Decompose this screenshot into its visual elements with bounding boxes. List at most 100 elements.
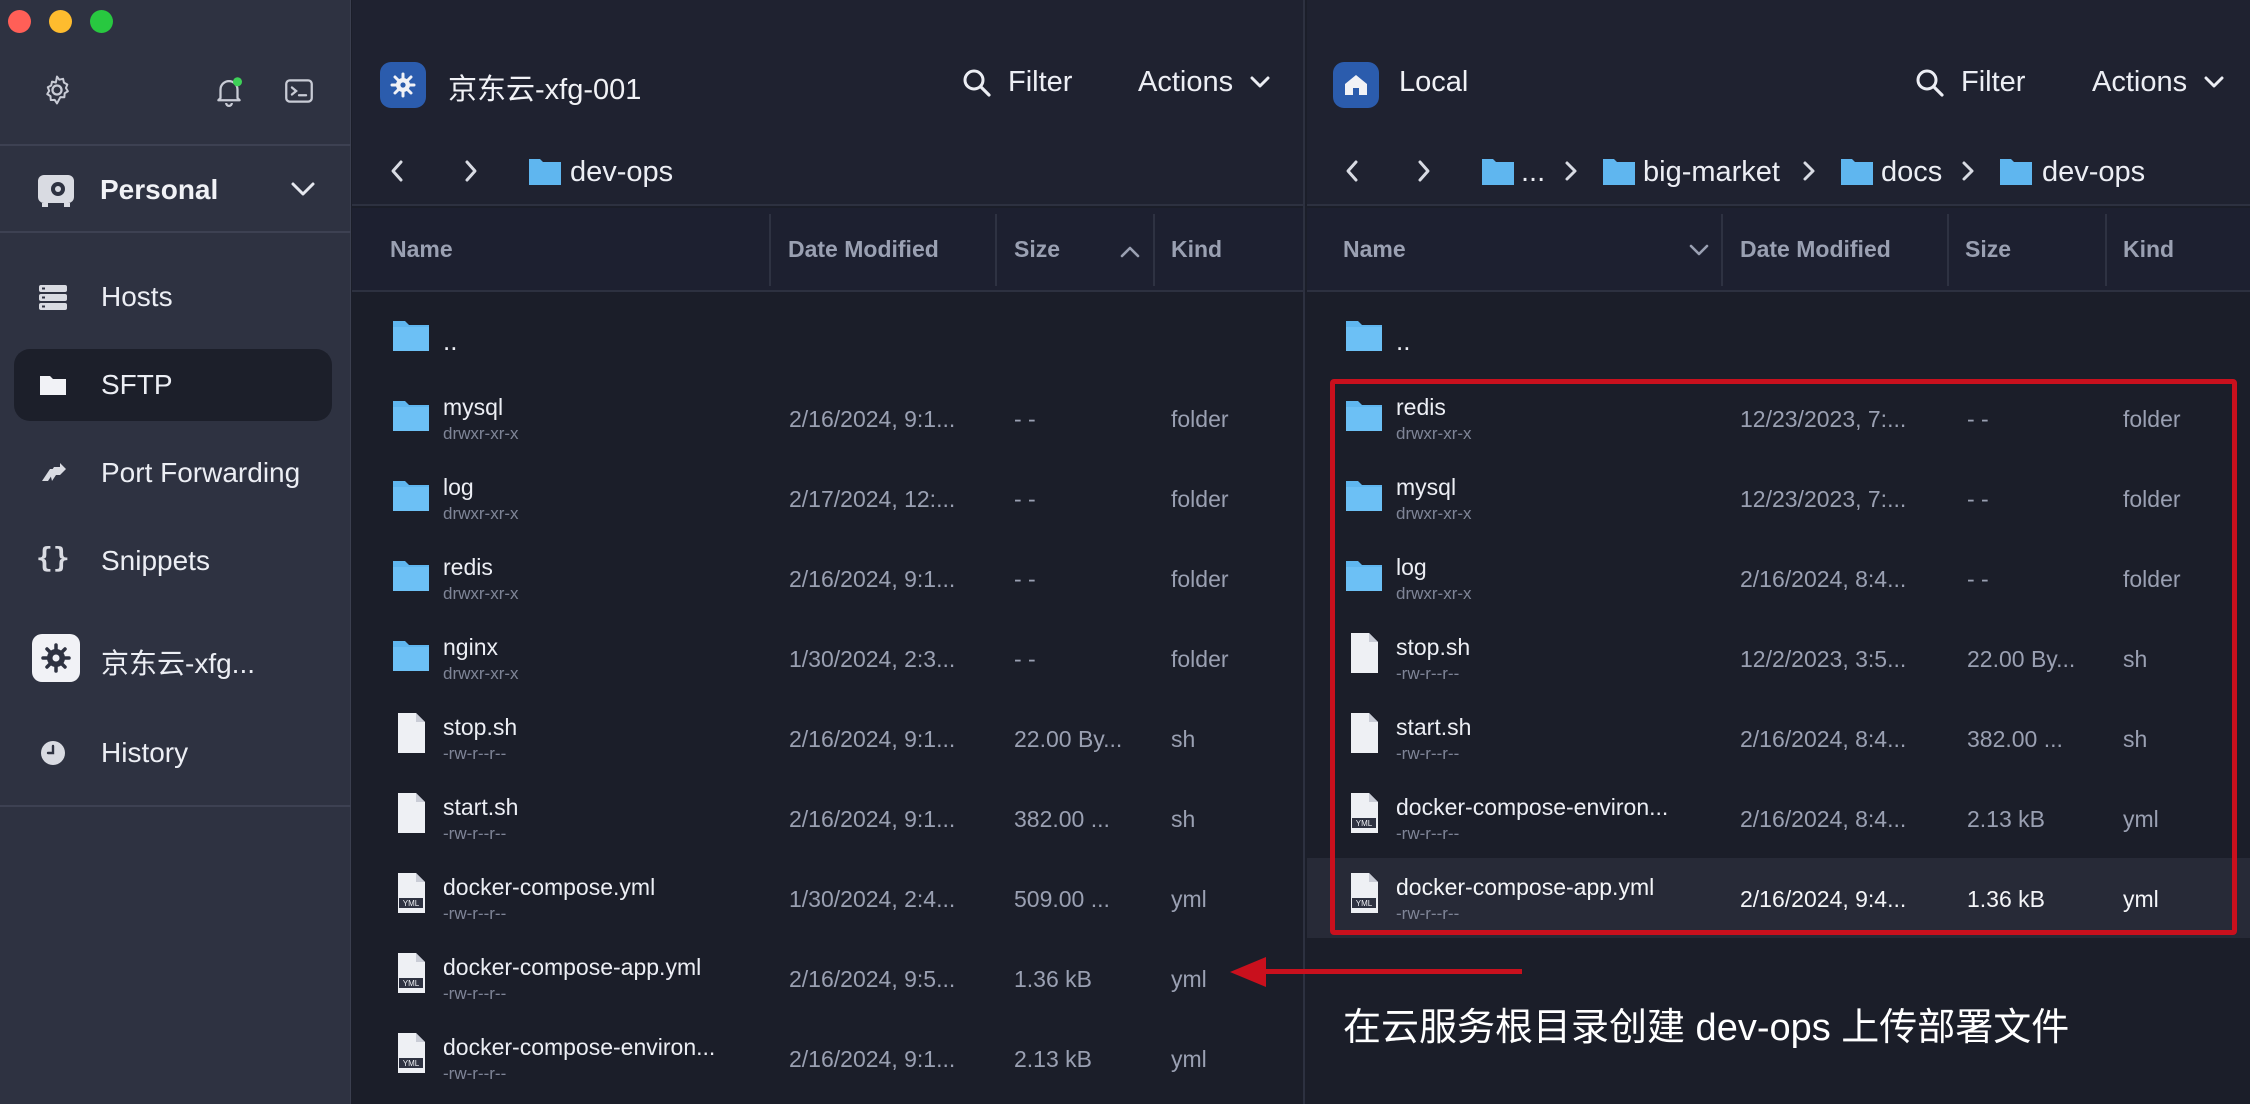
annotation-text: 在云服务根目录创建 dev-ops 上传部署文件 <box>1343 1007 2070 1049</box>
folder-icon <box>40 376 66 395</box>
folder-icon <box>392 318 430 352</box>
annotation-highlight-box <box>1330 379 2237 935</box>
chevron-right-icon <box>1801 156 1817 193</box>
file-name: nginx <box>443 634 498 660</box>
host-title: Local <box>1399 66 1469 98</box>
chevron-down-icon <box>291 182 315 196</box>
sidebar-item-label: History <box>101 737 189 768</box>
file-row[interactable]: YML docker-compose-app.yml -rw-r--r-- 2/16/… <box>352 938 1303 1018</box>
file-date-modified: 1/30/2024, 2:4... <box>789 886 956 912</box>
file-date-modified: 1/30/2024, 2:3... <box>789 646 956 672</box>
file-name: start.sh <box>443 794 519 820</box>
file-row[interactable]: stop.sh -rw-r--r-- 2/16/2024, 9:1... 22.00 … <box>352 698 1303 778</box>
home-icon <box>1333 62 1379 108</box>
column-size[interactable]: Size <box>1965 236 2011 263</box>
file-row[interactable]: redis drwxr-xr-x 2/16/2024, 9:1... - - folde… <box>352 538 1303 618</box>
column-header: Name Date Modified Size Kind <box>352 208 1303 292</box>
column-name[interactable]: Name <box>390 236 453 263</box>
file-kind: sh <box>1171 726 1196 752</box>
bell-icon[interactable] <box>212 74 246 108</box>
parent-directory-row[interactable]: .. <box>352 298 1303 378</box>
file-name: .. <box>1396 326 1411 356</box>
sidebar-item-sftp[interactable]: SFTP <box>14 349 332 421</box>
file-row[interactable]: log drwxr-xr-x 2/17/2024, 12:... - - folder <box>352 458 1303 538</box>
folder-icon <box>392 638 430 672</box>
column-kind[interactable]: Kind <box>2123 236 2174 263</box>
port-forwarding-icon <box>42 463 66 481</box>
host-title: 京东云-xfg-001 <box>448 74 642 106</box>
sidebar-item-history[interactable]: History <box>14 717 332 789</box>
folder-icon <box>1345 318 1383 352</box>
file-row[interactable]: YML docker-compose.yml -rw-r--r-- 1/30/2024… <box>352 858 1303 938</box>
file-date-modified: 2/16/2024, 9:1... <box>789 566 956 592</box>
breadcrumb-item[interactable]: dev-ops <box>570 156 673 189</box>
file-size: - - <box>1014 406 1036 432</box>
file-name: .. <box>443 326 458 356</box>
file-icon <box>396 792 426 834</box>
actions-menu-button[interactable]: Actions <box>1138 66 1270 99</box>
breadcrumb-item[interactable]: dev-ops <box>2042 156 2145 189</box>
file-name: docker-compose-app.yml <box>443 954 702 980</box>
pane-header: 京东云-xfg-001 Filter Actions dev-ops <box>352 0 1303 206</box>
file-permissions: drwxr-xr-x <box>443 664 519 683</box>
file-row[interactable]: nginx drwxr-xr-x 1/30/2024, 2:3... - - folde… <box>352 618 1303 698</box>
file-permissions: drwxr-xr-x <box>443 584 519 603</box>
back-button[interactable] <box>388 156 406 194</box>
sidebar-divider <box>0 805 351 807</box>
file-size: 382.00 ... <box>1014 806 1110 832</box>
folder-icon <box>392 398 430 432</box>
window-zoom-button[interactable] <box>90 10 113 33</box>
file-row[interactable]: mysql drwxr-xr-x 2/16/2024, 9:1... - - folde… <box>352 378 1303 458</box>
column-date-modified[interactable]: Date Modified <box>1740 236 1891 263</box>
file-name: redis <box>443 554 493 580</box>
file-permissions: -rw-r--r-- <box>443 744 507 763</box>
parent-directory-row[interactable]: .. <box>1307 298 2250 378</box>
breadcrumb-item[interactable]: ... <box>1521 156 1545 189</box>
column-divider <box>1947 214 1949 286</box>
chevron-right-icon <box>1563 156 1579 193</box>
file-kind: folder <box>1171 646 1229 672</box>
file-row[interactable]: YML docker-compose-environ... -rw-r--r-- 2/… <box>352 1018 1303 1098</box>
folder-icon <box>392 478 430 512</box>
sidebar-item-hosts[interactable]: Hosts <box>14 261 332 333</box>
file-date-modified: 2/16/2024, 9:1... <box>789 1046 956 1072</box>
file-name: docker-compose-environ... <box>443 1034 716 1060</box>
breadcrumb-item[interactable]: big-market <box>1643 156 1780 189</box>
sidebar-item-label: SFTP <box>101 369 173 400</box>
file-date-modified: 2/16/2024, 9:1... <box>789 726 956 752</box>
folder-icon <box>1840 156 1874 186</box>
gear-icon[interactable] <box>40 73 74 107</box>
column-date-modified[interactable]: Date Modified <box>788 236 939 263</box>
back-button[interactable] <box>1343 156 1361 194</box>
actions-menu-button[interactable]: Actions <box>2092 66 2224 99</box>
column-name[interactable]: Name <box>1343 236 1406 263</box>
search-icon <box>1916 69 1944 97</box>
terminal-icon[interactable] <box>282 74 316 108</box>
file-name: mysql <box>443 394 504 420</box>
sidebar-item-port-forwarding[interactable]: Port Forwarding <box>14 437 332 509</box>
window-close-button[interactable] <box>8 10 31 33</box>
hosts-icon <box>39 285 67 310</box>
vault-selector[interactable]: Personal <box>0 148 351 232</box>
forward-button[interactable] <box>1415 156 1433 194</box>
file-kind: folder <box>1171 486 1229 512</box>
folder-icon <box>1999 156 2033 186</box>
column-kind[interactable]: Kind <box>1171 236 1222 263</box>
filter-label: Filter <box>1008 66 1073 98</box>
file-row[interactable]: start.sh -rw-r--r-- 2/16/2024, 9:1... 382.0… <box>352 778 1303 858</box>
column-header: Name Date Modified Size Kind <box>1307 208 2250 292</box>
file-permissions: -rw-r--r-- <box>443 824 507 843</box>
column-size[interactable]: Size <box>1014 236 1060 263</box>
yml-file-icon: YML <box>396 1032 426 1074</box>
sidebar-item-snippets[interactable]: {} Snippets <box>14 525 332 597</box>
sidebar-divider <box>0 144 351 146</box>
sidebar-item-label: 京东云-xfg... <box>101 648 256 679</box>
file-kind: yml <box>1171 886 1207 912</box>
vault-icon <box>38 175 74 207</box>
pane-header: Local Filter Actions ... big-market docs… <box>1307 0 2250 206</box>
breadcrumb-item[interactable]: docs <box>1881 156 1942 189</box>
sidebar-item-host-jdcloud[interactable]: 京东云-xfg... <box>14 622 332 694</box>
file-size: 22.00 By... <box>1014 726 1123 752</box>
window-minimize-button[interactable] <box>49 10 72 33</box>
forward-button[interactable] <box>462 156 480 194</box>
